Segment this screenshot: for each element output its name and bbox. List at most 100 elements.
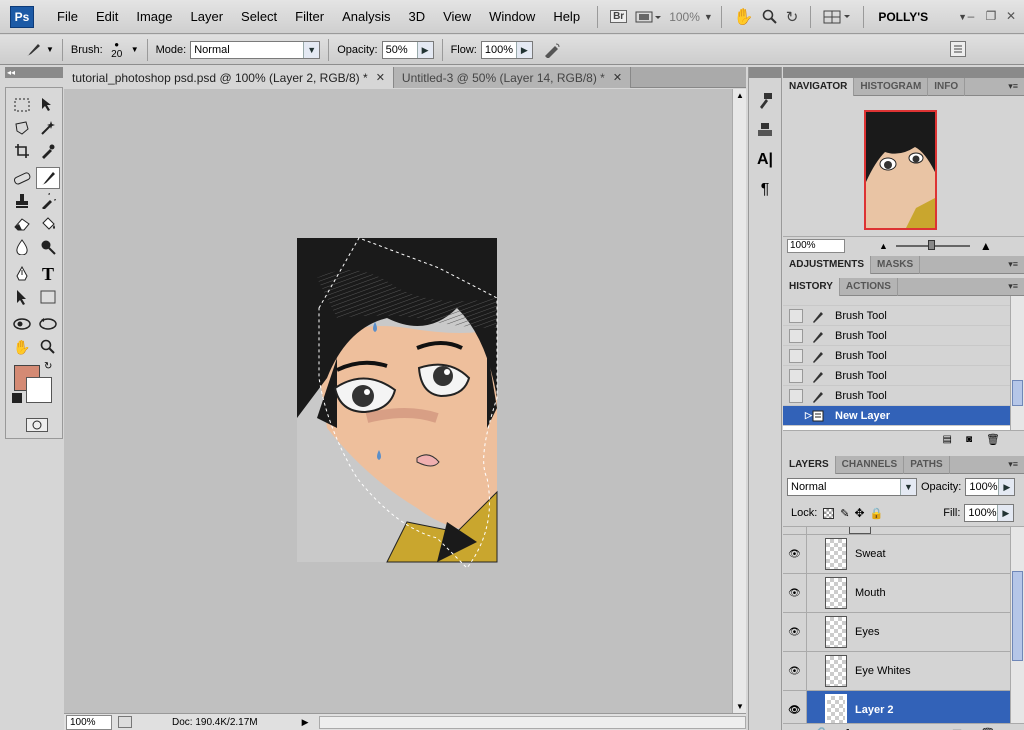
zoom-tool[interactable]: [36, 336, 60, 358]
scroll-down-icon[interactable]: ▼: [736, 702, 744, 711]
pen-tool[interactable]: [10, 263, 34, 285]
dock-header[interactable]: [749, 67, 781, 78]
marquee-tool[interactable]: [10, 94, 34, 116]
flow-field[interactable]: 100% ▶: [480, 40, 533, 59]
scroll-thumb[interactable]: [1012, 380, 1023, 406]
paint-bucket-tool[interactable]: [36, 213, 60, 235]
layer-row[interactable]: 👁 Mouth: [783, 573, 1024, 613]
menu-layer[interactable]: Layer: [182, 0, 233, 34]
tab-histogram[interactable]: HISTOGRAM: [854, 77, 929, 96]
eye-icon[interactable]: 👁: [783, 651, 807, 691]
airbrush-button[interactable]: [541, 40, 563, 60]
slider-handle-icon[interactable]: [927, 239, 935, 250]
paragraph-panel-button[interactable]: ¶: [753, 178, 777, 202]
hand-tool-button[interactable]: ✋: [730, 6, 758, 28]
canvas-vertical-scrollbar[interactable]: ▲ ▼: [732, 89, 746, 713]
rotate-view-button[interactable]: ↻: [782, 6, 803, 28]
canvas-horizontal-scrollbar[interactable]: [318, 715, 746, 729]
swap-colors-icon[interactable]: ↻: [44, 361, 52, 372]
status-menu-arrow-icon[interactable]: ▶: [302, 717, 309, 728]
history-scrollbar[interactable]: [1010, 296, 1024, 430]
scroll-thumb[interactable]: [1012, 571, 1023, 661]
layer-row-selected[interactable]: 👁 Layer 2: [783, 690, 1024, 723]
panel-menu-icon[interactable]: ▾≡: [1008, 459, 1018, 470]
slider-arrow-icon[interactable]: ▶: [416, 41, 433, 58]
lock-pixels-icon[interactable]: ✎: [840, 507, 849, 520]
magic-wand-tool[interactable]: [36, 117, 60, 139]
tab-channels[interactable]: CHANNELS: [836, 455, 905, 474]
3d-orbit-tool[interactable]: [36, 313, 60, 335]
history-snapshot-checkbox[interactable]: [789, 408, 803, 423]
eyedropper-tool[interactable]: [36, 140, 60, 162]
scroll-up-icon[interactable]: ▲: [736, 91, 744, 100]
brushes-panel-button[interactable]: [753, 88, 777, 112]
close-icon[interactable]: ✕: [613, 71, 622, 84]
default-colors-icon[interactable]: [12, 393, 22, 403]
eye-icon[interactable]: 👁: [783, 612, 807, 652]
arrange-documents-button[interactable]: [819, 6, 855, 28]
lasso-tool[interactable]: [10, 117, 34, 139]
navigator-zoom-field[interactable]: 100%: [787, 238, 845, 253]
tab-tutorial-photoshop[interactable]: tutorial_photoshop psd.psd @ 100% (Layer…: [64, 67, 394, 88]
restore-icon[interactable]: ❐: [982, 8, 1000, 24]
dodge-tool[interactable]: [36, 236, 60, 258]
quick-mask-button[interactable]: [26, 418, 48, 432]
shape-tool[interactable]: [36, 286, 60, 308]
crop-tool[interactable]: [10, 140, 34, 162]
brush-picker[interactable]: ● 20: [107, 40, 127, 60]
navigator-zoom-slider[interactable]: [895, 239, 970, 250]
slider-arrow-icon[interactable]: ▶: [515, 41, 532, 58]
status-icon[interactable]: [118, 716, 132, 728]
zoom-out-icon[interactable]: ▲: [879, 241, 888, 251]
panel-menu-icon[interactable]: ▾≡: [1008, 259, 1018, 270]
background-color-swatch[interactable]: [26, 377, 52, 403]
panels-header[interactable]: [783, 67, 1024, 78]
layer-opacity-field[interactable]: 100% ▶: [965, 478, 1016, 496]
zoom-level[interactable]: 100%: [669, 10, 700, 24]
menu-analysis[interactable]: Analysis: [333, 0, 399, 34]
history-item-selected[interactable]: ▷ New Layer: [783, 406, 1024, 426]
status-zoom-field[interactable]: 100%: [66, 714, 112, 730]
menu-edit[interactable]: Edit: [87, 0, 127, 34]
layer-row[interactable]: 👁 Eyes: [783, 612, 1024, 652]
tool-preset-picker[interactable]: ▼: [24, 42, 54, 58]
chevron-down-icon[interactable]: ▼: [131, 45, 139, 54]
move-tool[interactable]: [36, 94, 60, 116]
tab-actions[interactable]: ACTIONS: [840, 277, 898, 296]
close-icon[interactable]: ✕: [1002, 8, 1020, 24]
opacity-field[interactable]: 50% ▶: [381, 40, 434, 59]
toolbox-header[interactable]: ◂◂: [5, 67, 63, 78]
screen-mode-button[interactable]: [631, 6, 665, 28]
fill-field[interactable]: 100% ▶: [964, 504, 1015, 522]
trash-icon[interactable]: 🗑: [986, 433, 1000, 446]
menu-3d[interactable]: 3D: [399, 0, 434, 34]
mode-select[interactable]: Normal ▼: [190, 40, 321, 59]
healing-brush-tool[interactable]: [10, 167, 34, 189]
zoom-tool-button[interactable]: [758, 6, 782, 28]
camera-icon[interactable]: ◙: [966, 434, 972, 445]
menu-view[interactable]: View: [434, 0, 480, 34]
lock-position-icon[interactable]: ✥: [855, 506, 865, 520]
type-tool[interactable]: T: [36, 263, 60, 285]
brush-tool[interactable]: [36, 167, 60, 189]
path-selection-tool[interactable]: [10, 286, 34, 308]
tab-info[interactable]: INFO: [928, 77, 966, 96]
tab-untitled-3[interactable]: Untitled-3 @ 50% (Layer 14, RGB/8) * ✕: [393, 67, 632, 88]
menu-help[interactable]: Help: [544, 0, 589, 34]
history-snapshot-checkbox[interactable]: [789, 348, 803, 363]
new-document-icon[interactable]: ▤: [943, 434, 952, 445]
menu-image[interactable]: Image: [127, 0, 181, 34]
menu-select[interactable]: Select: [232, 0, 286, 34]
history-snapshot-checkbox[interactable]: [789, 328, 803, 343]
history-snapshot-checkbox[interactable]: [789, 308, 803, 323]
history-item[interactable]: Brush Tool: [783, 326, 1024, 346]
history-brush-tool[interactable]: [36, 190, 60, 212]
bridge-button[interactable]: Br: [606, 6, 631, 28]
lock-all-icon[interactable]: 🔒: [870, 507, 884, 520]
close-icon[interactable]: ✕: [376, 71, 385, 84]
3d-rotate-tool[interactable]: [10, 313, 34, 335]
clone-source-panel-button[interactable]: [753, 118, 777, 142]
panel-toggle-button[interactable]: [950, 41, 966, 57]
history-item[interactable]: Brush Tool: [783, 306, 1024, 326]
history-item[interactable]: Brush Tool: [783, 346, 1024, 366]
